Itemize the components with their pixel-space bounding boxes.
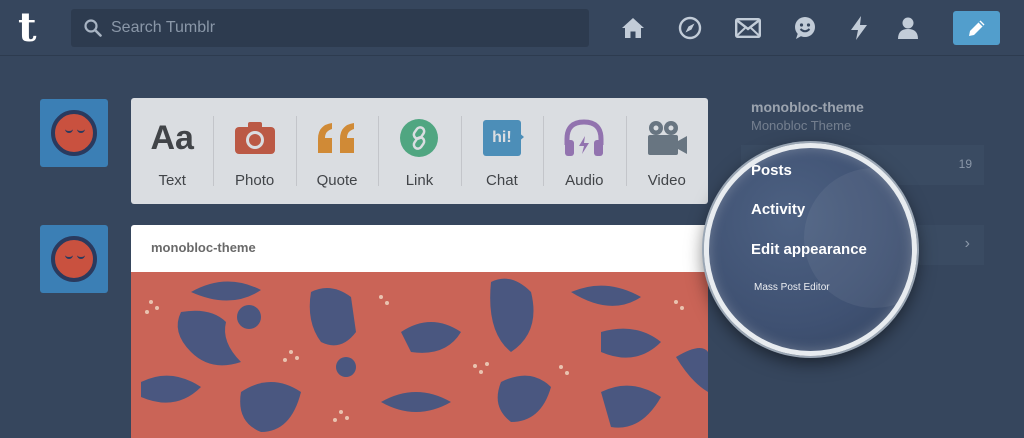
- inbox-icon[interactable]: [734, 14, 762, 42]
- posts-count: 19: [958, 157, 972, 171]
- sidebar-item-posts[interactable]: Posts: [751, 162, 792, 179]
- search-icon: [84, 19, 102, 37]
- post-type-photo[interactable]: Photo: [213, 98, 295, 204]
- sidebar-item-activity[interactable]: Activity: [751, 201, 805, 218]
- post-card: monobloc-theme: [131, 225, 708, 438]
- chat-icon: hi!: [480, 118, 524, 158]
- post-type-link[interactable]: Link: [378, 98, 460, 204]
- pencil-icon: [968, 20, 984, 36]
- account-icon[interactable]: [894, 14, 922, 42]
- activity-icon[interactable]: [845, 14, 873, 42]
- explore-icon[interactable]: [676, 14, 704, 42]
- magnifier-lens: Posts Activity Edit appearance Mass Post…: [704, 143, 917, 356]
- post-type-label: Link: [405, 172, 434, 189]
- avatar-face: [51, 110, 97, 156]
- compose-button[interactable]: [953, 11, 1000, 45]
- video-camera-icon: [646, 118, 688, 158]
- post-type-video[interactable]: Video: [625, 98, 708, 204]
- post-type-quote[interactable]: Quote: [295, 98, 378, 204]
- post-type-audio[interactable]: Audio: [543, 98, 625, 204]
- post-photo[interactable]: [131, 272, 708, 438]
- camera-icon: [234, 118, 276, 158]
- search-input[interactable]: [111, 9, 581, 47]
- post-avatar[interactable]: [40, 225, 108, 293]
- tumblr-logo[interactable]: t: [18, 8, 52, 48]
- post-type-label: Photo: [235, 172, 275, 189]
- avatar-face: [51, 236, 97, 282]
- avatar[interactable]: [40, 99, 108, 167]
- post-type-label: Text: [158, 172, 186, 189]
- pattern-illustration: [141, 278, 708, 432]
- post-type-chat[interactable]: hi! Chat: [460, 98, 543, 204]
- top-navigation-bar: t: [0, 0, 1024, 56]
- post-type-label: Quote: [316, 172, 358, 189]
- headphones-icon: [563, 118, 605, 158]
- link-icon: [399, 118, 439, 158]
- post-type-label: Audio: [565, 172, 604, 189]
- post-type-label: Video: [647, 172, 686, 189]
- home-icon[interactable]: [619, 14, 647, 42]
- post-type-text[interactable]: Aa Text: [131, 98, 213, 204]
- post-blog-name[interactable]: monobloc-theme: [131, 225, 708, 272]
- sidebar-blog-title: Monobloc Theme: [751, 118, 852, 133]
- messaging-icon[interactable]: [791, 14, 819, 42]
- text-icon: Aa: [150, 118, 194, 157]
- quote-icon: [316, 118, 358, 158]
- search-box[interactable]: [71, 9, 589, 47]
- chevron-right-icon: ›: [964, 235, 970, 252]
- post-type-label: Chat: [486, 172, 518, 189]
- post-type-bar: Aa Text Photo Quote Link hi! Chat Audio: [131, 98, 708, 204]
- sidebar-blog-name[interactable]: monobloc-theme: [751, 99, 864, 115]
- sidebar-item-mass-post-editor[interactable]: Mass Post Editor: [754, 282, 830, 293]
- sidebar-item-edit-appearance[interactable]: Edit appearance: [751, 241, 867, 258]
